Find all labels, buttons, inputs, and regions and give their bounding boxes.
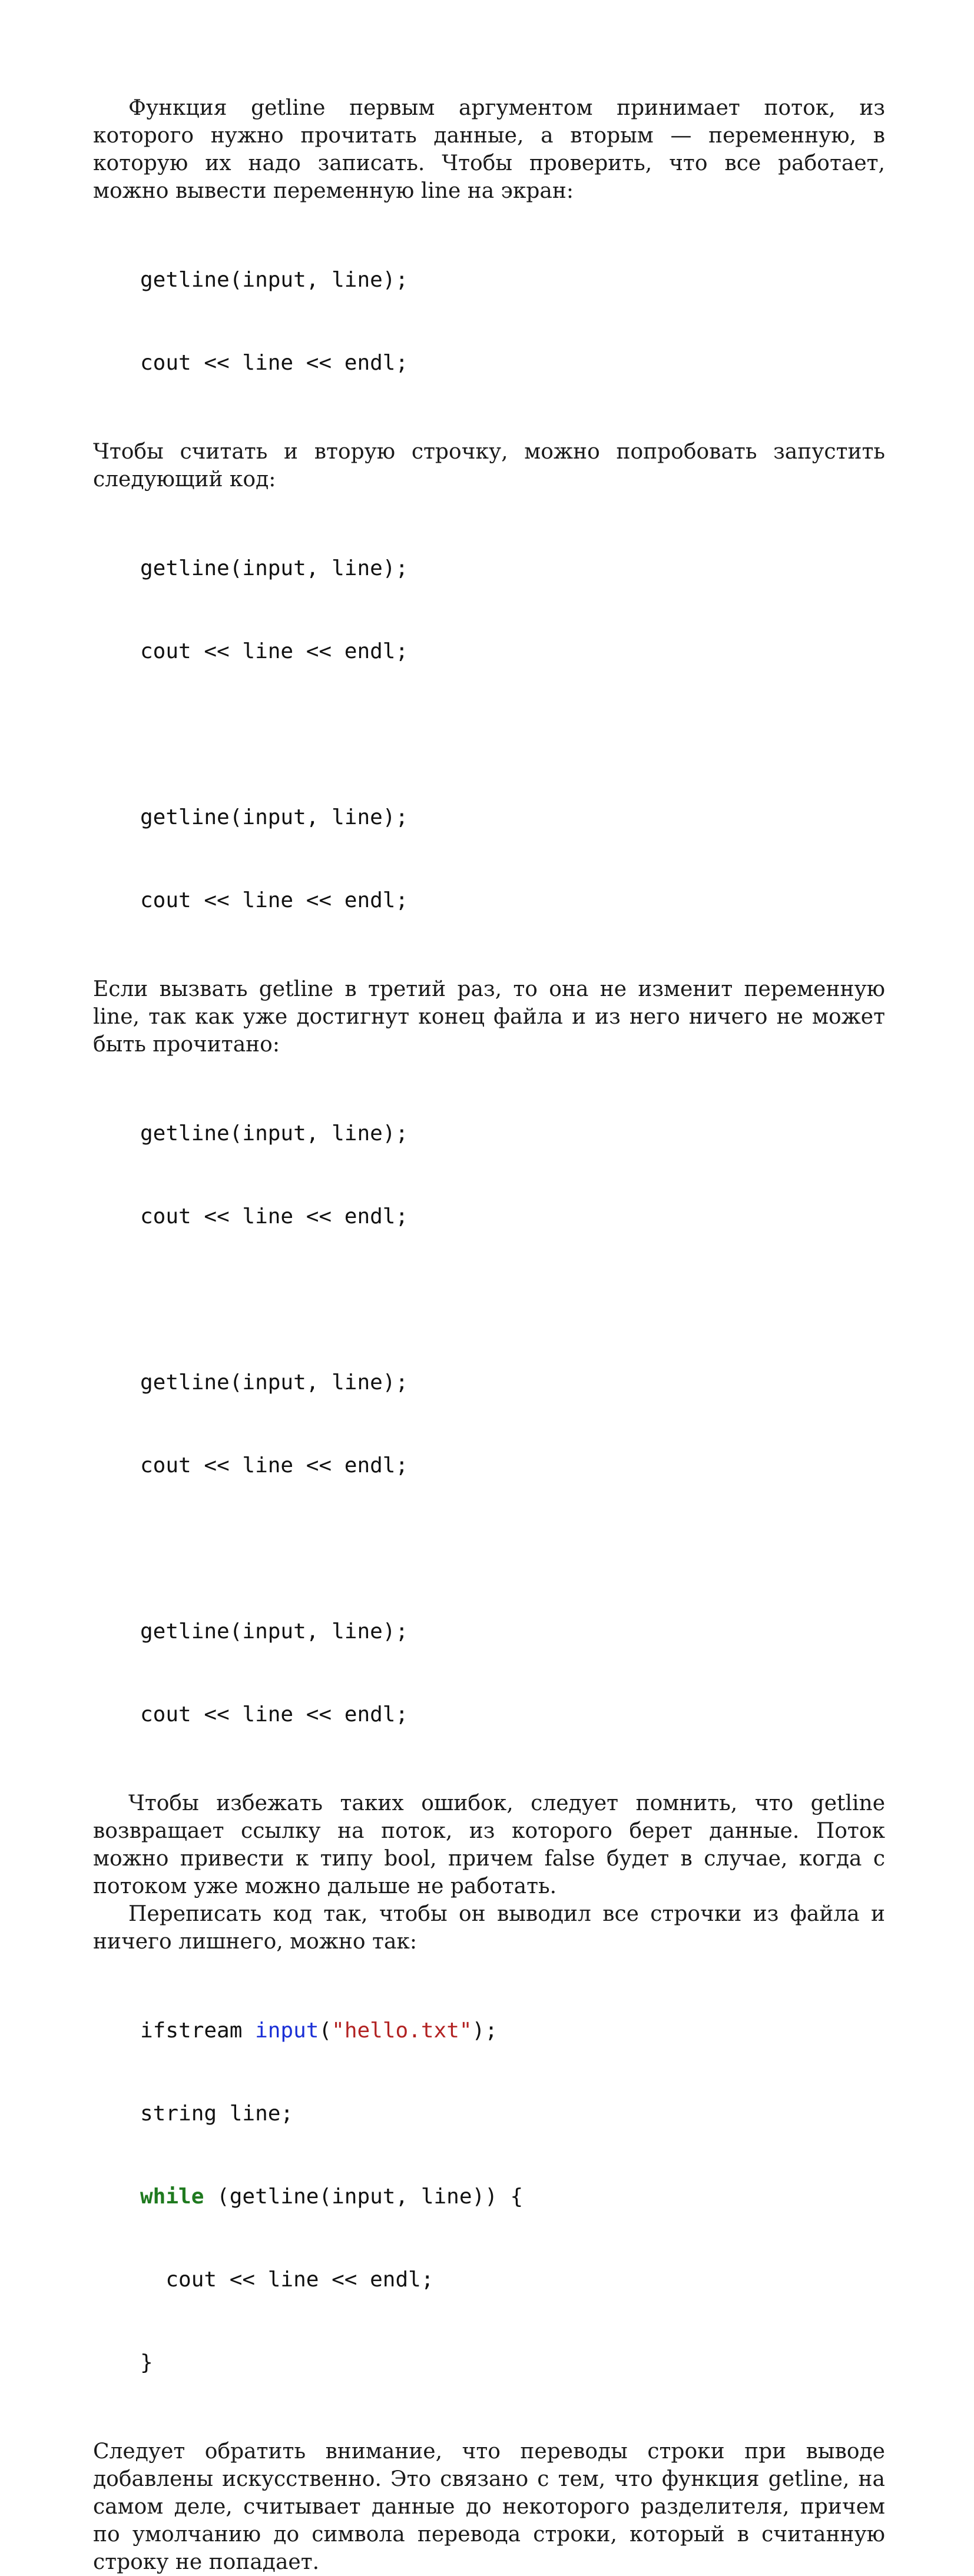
code-line: cout << line << endl; (140, 888, 409, 912)
code-line: getline(input, line); (140, 1121, 409, 1146)
code-line-while: while (getline(input, line)) { (140, 2183, 885, 2210)
code-identifier: input (255, 2019, 319, 2043)
code-string-literal: "hello.txt" (332, 2019, 472, 2043)
code-token: ); (472, 2019, 498, 2043)
code-line-close-brace: } (140, 2351, 153, 2375)
code-line-cout: cout << line << endl; (140, 2268, 434, 2292)
code-block-2: getline(input, line); cout << line << en… (93, 499, 885, 970)
paragraph-line-breaks: Следует обратить внимание, что переводы … (93, 2439, 885, 2574)
code-block-final: ifstream input("hello.txt"); string line… (93, 1961, 885, 2432)
code-line: cout << line << endl; (140, 1204, 409, 1229)
code-line: cout << line << endl; (140, 1453, 409, 1478)
code-block-1: getline(input, line); cout << line << en… (93, 211, 885, 432)
code-token: (getline(input, line)) { (204, 2185, 524, 2209)
code-token: ( (319, 2019, 332, 2043)
code-line: getline(input, line); (140, 268, 409, 292)
paragraph-getline-intro: Функция getline первым аргументом приним… (93, 96, 885, 203)
code-keyword: while (140, 2185, 204, 2209)
code-line-ifstream: ifstream input("hello.txt"); (140, 2017, 885, 2044)
paragraph-second-line: Чтобы считать и вторую строчку, можно по… (93, 440, 885, 492)
paragraph-rewrite: Переписать код так, чтобы он выводил все… (93, 1902, 885, 1954)
code-block-3: getline(input, line); cout << line << en… (93, 1064, 885, 1784)
paragraph-third-call: Если вызвать getline в третий раз, то он… (93, 977, 885, 1057)
document-page: Функция getline первым аргументом приним… (93, 94, 885, 2576)
paragraph-avoid-errors: Чтобы избежать таких ошибок, следует пом… (93, 1791, 885, 1898)
code-line-string: string line; (140, 2102, 294, 2126)
code-line: getline(input, line); (140, 1619, 409, 1644)
code-line: getline(input, line); (140, 805, 409, 829)
code-line: getline(input, line); (140, 556, 409, 580)
code-line: getline(input, line); (140, 1370, 409, 1395)
code-line: cout << line << endl; (140, 351, 409, 375)
code-line: cout << line << endl; (140, 1702, 409, 1727)
code-token: ifstream (140, 2019, 256, 2043)
code-line: cout << line << endl; (140, 639, 409, 663)
